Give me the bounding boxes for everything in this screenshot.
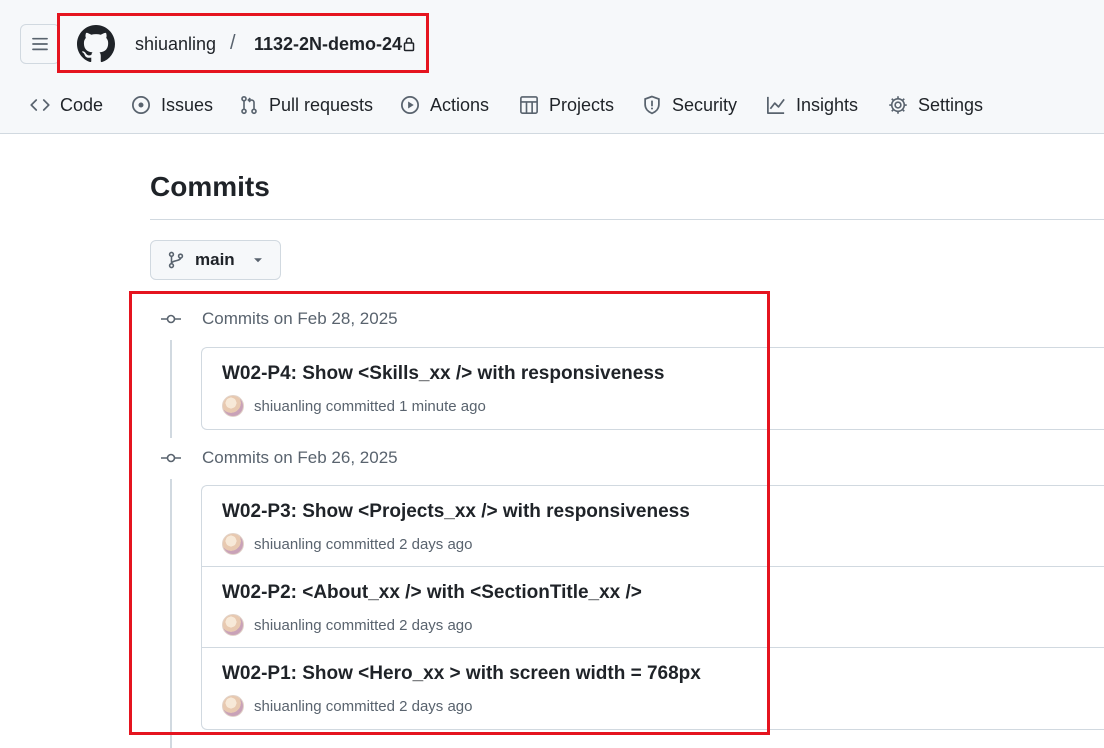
commit-meta: shiuanling committed 2 days ago bbox=[222, 614, 472, 636]
commit-author[interactable]: shiuanling bbox=[254, 698, 322, 715]
commit-meta: shiuanling committed 1 minute ago bbox=[222, 395, 486, 417]
title-divider bbox=[150, 219, 1104, 220]
branch-name: main bbox=[195, 250, 235, 269]
tab-label: Actions bbox=[430, 94, 490, 115]
tab-label: Projects bbox=[549, 94, 615, 115]
group-date: Commits on Feb 26, 2025 bbox=[202, 448, 398, 467]
commit-icon bbox=[161, 314, 181, 324]
commit-time: 1 minute ago bbox=[399, 397, 486, 415]
commit-verb: committed bbox=[325, 697, 395, 715]
timeline-line bbox=[170, 340, 172, 438]
commit-row[interactable]: W02-P1: Show <Hero_xx > with screen widt… bbox=[202, 648, 1104, 729]
tab-label: Insights bbox=[796, 94, 859, 115]
avatar[interactable] bbox=[222, 395, 244, 417]
tab-actions[interactable]: Actions bbox=[400, 88, 489, 122]
commit-list: W02-P3: Show <Projects_xx /> with respon… bbox=[201, 485, 1104, 730]
commit-icon bbox=[161, 453, 181, 463]
graph-icon bbox=[767, 96, 785, 114]
repo-nav-tabs: Code Issues Pull requests Actions Projec… bbox=[0, 88, 1104, 122]
branch-selector-button[interactable]: main bbox=[150, 240, 281, 280]
commit-list: W02-P4: Show <Skills_xx /> with responsi… bbox=[201, 347, 1104, 430]
commit-time: 2 days ago bbox=[399, 697, 473, 715]
projects-icon bbox=[520, 96, 538, 114]
highlight-box-repo bbox=[57, 13, 429, 73]
commit-message-link[interactable]: W02-P1: Show <Hero_xx > with screen widt… bbox=[222, 663, 701, 685]
code-icon bbox=[30, 99, 50, 111]
tab-settings[interactable]: Settings bbox=[888, 88, 983, 122]
tab-security[interactable]: Security bbox=[642, 88, 737, 122]
commit-message-link[interactable]: W02-P4: Show <Skills_xx /> with responsi… bbox=[222, 363, 664, 385]
caret-down-icon bbox=[253, 258, 262, 263]
commit-verb: committed bbox=[325, 397, 395, 415]
commit-row[interactable]: W02-P2: <About_xx /> with <SectionTitle_… bbox=[202, 567, 1104, 648]
commit-row[interactable]: W02-P3: Show <Projects_xx /> with respon… bbox=[202, 486, 1104, 567]
shield-icon bbox=[644, 95, 660, 115]
commit-row[interactable]: W02-P4: Show <Skills_xx /> with responsi… bbox=[202, 348, 1104, 429]
commit-time: 2 days ago bbox=[399, 616, 473, 634]
branch-icon bbox=[168, 251, 184, 269]
commit-message-link[interactable]: W02-P3: Show <Projects_xx /> with respon… bbox=[222, 501, 690, 523]
tab-label: Code bbox=[60, 94, 104, 115]
tab-projects[interactable]: Projects bbox=[519, 88, 614, 122]
commit-group-heading: Commits on Feb 26, 2025 bbox=[160, 446, 398, 470]
pull-request-icon bbox=[241, 95, 257, 115]
timeline-line bbox=[170, 479, 172, 748]
commit-message-link[interactable]: W02-P2: <About_xx /> with <SectionTitle_… bbox=[222, 582, 642, 604]
commit-meta: shiuanling committed 2 days ago bbox=[222, 695, 472, 717]
repo-header: shiuanling / 1132-2N-demo-24 Code Issues… bbox=[0, 0, 1104, 134]
commit-verb: committed bbox=[325, 616, 395, 634]
menu-button[interactable] bbox=[20, 24, 60, 64]
commit-author[interactable]: shiuanling bbox=[254, 398, 322, 415]
group-date: Commits on Feb 28, 2025 bbox=[202, 309, 398, 328]
hamburger-icon bbox=[32, 37, 48, 51]
commit-meta: shiuanling committed 2 days ago bbox=[222, 533, 472, 555]
avatar[interactable] bbox=[222, 614, 244, 636]
tab-label: Security bbox=[672, 94, 738, 115]
issue-icon bbox=[132, 96, 150, 114]
tab-code[interactable]: Code bbox=[30, 88, 103, 122]
tab-label: Issues bbox=[161, 94, 214, 115]
commit-author[interactable]: shiuanling bbox=[254, 536, 322, 553]
avatar[interactable] bbox=[222, 695, 244, 717]
actions-icon bbox=[401, 96, 419, 114]
tab-label: Settings bbox=[918, 94, 984, 115]
commit-time: 2 days ago bbox=[399, 535, 473, 553]
avatar[interactable] bbox=[222, 533, 244, 555]
gear-icon bbox=[889, 96, 907, 114]
commit-verb: committed bbox=[325, 535, 395, 553]
tab-insights[interactable]: Insights bbox=[766, 88, 858, 122]
tab-label: Pull requests bbox=[269, 94, 374, 115]
commit-group-heading: Commits on Feb 28, 2025 bbox=[160, 307, 398, 331]
commit-author[interactable]: shiuanling bbox=[254, 617, 322, 634]
tab-issues[interactable]: Issues bbox=[131, 88, 213, 122]
page-title: Commits bbox=[150, 171, 270, 202]
tab-pull-requests[interactable]: Pull requests bbox=[239, 88, 373, 122]
